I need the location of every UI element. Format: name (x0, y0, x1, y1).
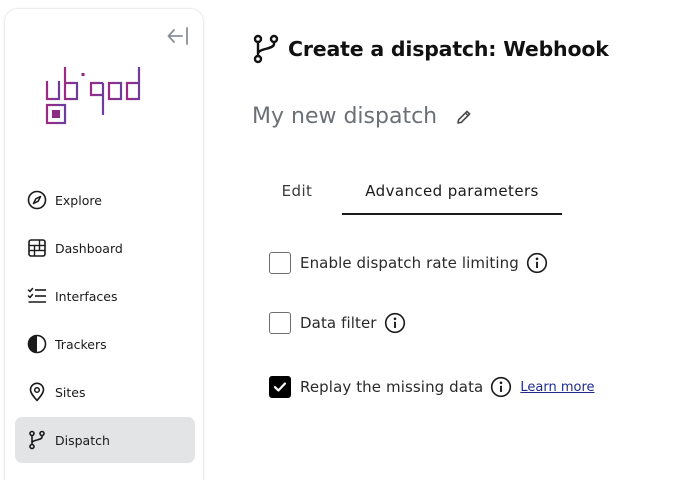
location-pin-icon (27, 382, 47, 402)
sidebar-item-sites[interactable]: Sites (15, 369, 195, 415)
branch-icon (252, 34, 280, 64)
tab-bar: Edit Advanced parameters (252, 176, 572, 216)
collapse-sidebar-button[interactable] (165, 23, 193, 49)
dashboard-grid-icon (27, 238, 47, 258)
sidebar-item-explore[interactable]: Explore (15, 177, 195, 223)
sidebar-item-label: Interfaces (55, 288, 118, 304)
tab-advanced-parameters[interactable]: Advanced parameters (342, 176, 562, 214)
active-tab-indicator (342, 213, 562, 215)
sidebar-item-trackers[interactable]: Trackers (15, 321, 195, 367)
option-label: Enable dispatch rate limiting (300, 254, 519, 272)
half-circle-icon (27, 334, 47, 354)
sidebar-item-dashboard[interactable]: Dashboard (15, 225, 195, 271)
tab-edit[interactable]: Edit (270, 176, 324, 214)
checklist-icon (27, 286, 47, 306)
info-icon[interactable] (526, 252, 548, 274)
collapse-left-icon (167, 27, 188, 45)
checkmark-icon (273, 382, 287, 392)
sidebar-item-label: Trackers (55, 336, 107, 352)
option-replay-missing-data: Replay the missing data Learn more (269, 376, 595, 398)
replay-missing-data-checkbox[interactable] (269, 376, 291, 398)
info-icon[interactable] (384, 312, 406, 334)
option-rate-limiting: Enable dispatch rate limiting (269, 252, 548, 274)
dispatch-name: My new dispatch (252, 104, 438, 129)
pencil-icon[interactable] (455, 108, 473, 126)
sidebar-item-label: Sites (55, 384, 86, 400)
rate-limiting-checkbox[interactable] (269, 252, 291, 274)
compass-icon (27, 190, 47, 210)
page-header: Create a dispatch: Webhook (252, 34, 609, 64)
learn-more-link[interactable]: Learn more (520, 380, 594, 395)
branch-icon (27, 430, 47, 450)
sidebar-item-label: Explore (55, 192, 102, 208)
sidebar-nav: Explore Dashboard Interfaces Trackers Si… (15, 177, 195, 465)
sidebar: ubiqod Explore Dashboard Interfaces Trac… (4, 8, 204, 480)
sidebar-item-interfaces[interactable]: Interfaces (15, 273, 195, 319)
svg-text:ubiqod: ubiqod (45, 59, 49, 60)
option-label: Data filter (300, 314, 377, 332)
ubiqod-logo: ubiqod (45, 59, 167, 131)
main-content: Create a dispatch: Webhook My new dispat… (252, 0, 682, 480)
sidebar-item-dispatch[interactable]: Dispatch (15, 417, 195, 463)
info-icon[interactable] (490, 376, 512, 398)
option-label: Replay the missing data (300, 378, 484, 396)
page-title: Create a dispatch: Webhook (288, 37, 609, 61)
data-filter-checkbox[interactable] (269, 312, 291, 334)
sidebar-item-label: Dispatch (55, 432, 110, 448)
sidebar-item-label: Dashboard (55, 240, 123, 256)
dispatch-name-row: My new dispatch (252, 104, 473, 129)
option-data-filter: Data filter (269, 312, 406, 334)
